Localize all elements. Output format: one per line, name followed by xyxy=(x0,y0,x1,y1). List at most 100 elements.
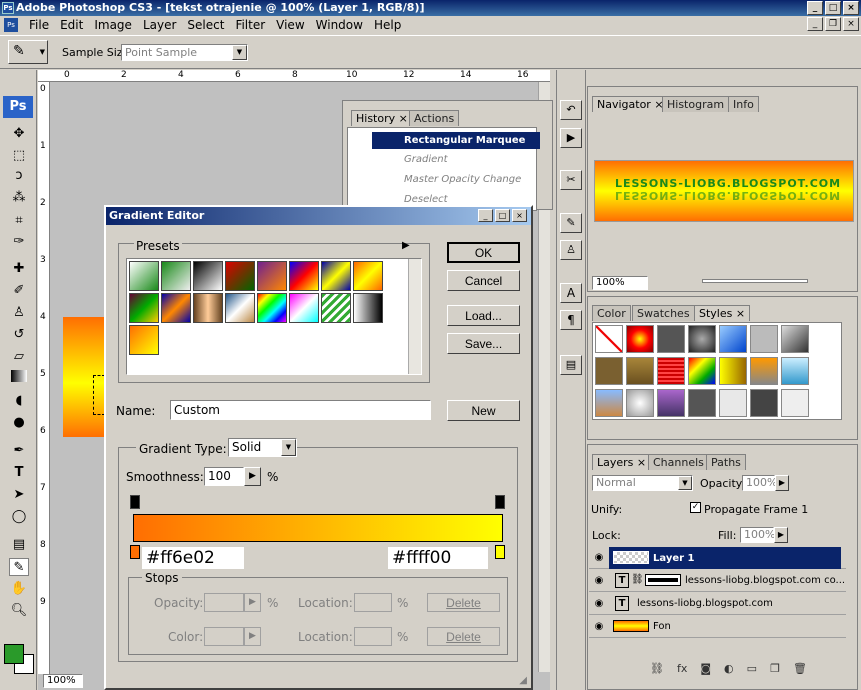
preset-swatch[interactable] xyxy=(353,293,383,323)
slice-tool-icon[interactable]: ✑ xyxy=(9,233,29,251)
layer-comps-dock-icon[interactable]: ▤ xyxy=(560,355,582,375)
actions-dock-icon[interactable]: ▶ xyxy=(560,128,582,148)
navigator-preview[interactable]: LESSONS-LIOBG.BLOGSPOT.COM LESSONS-LIOBG… xyxy=(594,160,854,222)
history-item-deselect[interactable]: Deselect xyxy=(404,194,448,205)
style-swatch[interactable] xyxy=(781,325,809,353)
type-tool-icon[interactable]: T xyxy=(9,464,29,482)
menu-image[interactable]: Image xyxy=(94,18,132,32)
tab-navigator[interactable]: Navigator × xyxy=(592,96,669,112)
layer-name[interactable]: Fon xyxy=(653,621,671,632)
preset-swatch[interactable] xyxy=(225,261,255,291)
tab-actions[interactable]: Actions xyxy=(409,110,460,126)
tool-presets-dock-icon[interactable]: ✂ xyxy=(560,170,582,190)
style-swatch[interactable] xyxy=(719,325,747,353)
dialog-minimize-button[interactable]: _ xyxy=(478,209,493,222)
preset-swatch[interactable] xyxy=(225,293,255,323)
dialog-maximize-button[interactable]: □ xyxy=(495,209,510,222)
tab-histogram[interactable]: Histogram xyxy=(662,96,730,112)
dialog-close-button[interactable]: × xyxy=(512,209,527,222)
preset-swatch[interactable] xyxy=(321,293,351,323)
maximize-button[interactable]: □ xyxy=(825,1,841,15)
opacity-arrow-icon[interactable]: ▶ xyxy=(775,475,789,491)
ok-button[interactable]: OK xyxy=(447,242,520,263)
load-button[interactable]: Load... xyxy=(447,305,520,326)
preset-swatch[interactable] xyxy=(289,261,319,291)
style-swatch[interactable] xyxy=(688,357,716,385)
style-swatch[interactable] xyxy=(595,389,623,417)
visibility-eye-icon[interactable]: ◉ xyxy=(591,596,607,612)
visibility-eye-icon[interactable]: ◉ xyxy=(591,619,607,635)
preset-swatch[interactable] xyxy=(129,261,159,291)
preset-swatch[interactable] xyxy=(353,261,383,291)
fill-arrow-icon[interactable]: ▶ xyxy=(774,527,788,543)
layer-name[interactable]: Layer 1 xyxy=(653,553,694,564)
menu-filter[interactable]: Filter xyxy=(235,18,265,32)
eraser-tool-icon[interactable]: ▱ xyxy=(9,348,29,366)
style-swatch[interactable] xyxy=(657,325,685,353)
navigator-zoom-slider[interactable] xyxy=(702,279,808,283)
style-swatch[interactable] xyxy=(750,357,778,385)
lasso-tool-icon[interactable]: ↄ xyxy=(9,167,29,185)
history-item-rectangular-marquee[interactable]: Rectangular Marquee xyxy=(372,132,540,149)
cancel-button[interactable]: Cancel xyxy=(447,270,520,291)
eyedropper-tool-icon[interactable]: ✎ xyxy=(9,558,29,576)
style-swatch[interactable] xyxy=(626,389,654,417)
layer-row[interactable]: ◉ T ⛓ lessons-liobg.blogspot.com co... xyxy=(589,570,846,592)
stop-opacity-input[interactable] xyxy=(204,593,244,612)
tab-channels[interactable]: Channels xyxy=(648,454,709,470)
blend-mode-select[interactable]: Normal ▼ xyxy=(592,475,693,491)
style-swatch[interactable] xyxy=(595,357,623,385)
move-tool-icon[interactable]: ✥ xyxy=(9,125,29,143)
style-swatch[interactable] xyxy=(657,357,685,385)
gradient-tool-icon[interactable] xyxy=(11,370,27,382)
clone-stamp-icon[interactable]: ♙ xyxy=(9,304,29,322)
name-input[interactable]: Custom xyxy=(170,400,431,420)
opacity-stop-right[interactable] xyxy=(495,495,505,509)
stop-opacity-delete-button[interactable]: Delete xyxy=(427,593,500,612)
tool-preset-picker[interactable]: ✎ ▼ xyxy=(8,40,48,64)
color-stop-right[interactable] xyxy=(495,545,505,559)
document-icon[interactable]: Ps xyxy=(4,18,18,32)
tab-history[interactable]: History × xyxy=(351,110,413,126)
marquee-tool-icon[interactable]: ⬚ xyxy=(9,147,29,165)
foreground-color-swatch[interactable] xyxy=(4,644,24,664)
presets-scrollbar[interactable] xyxy=(408,259,421,374)
minimize-button[interactable]: _ xyxy=(807,1,823,15)
stop-color-location-input[interactable] xyxy=(354,627,392,646)
stop-opacity-arrow-icon[interactable]: ▶ xyxy=(244,593,261,612)
preset-swatch[interactable] xyxy=(321,261,351,291)
color-stop-left[interactable] xyxy=(130,545,140,559)
style-swatch[interactable] xyxy=(719,357,747,385)
layer-row[interactable]: ◉ T lessons-liobg.blogspot.com xyxy=(589,593,846,615)
healing-brush-icon[interactable]: ✚ xyxy=(9,260,29,278)
dodge-tool-icon[interactable]: ● xyxy=(9,414,29,432)
menu-help[interactable]: Help xyxy=(374,18,401,32)
style-swatch[interactable] xyxy=(750,389,778,417)
menu-view[interactable]: View xyxy=(276,18,304,32)
preset-swatch[interactable] xyxy=(257,293,287,323)
doc-restore-button[interactable]: ❐ xyxy=(825,17,841,31)
crop-tool-icon[interactable]: ⌗ xyxy=(9,212,29,230)
layer-row[interactable]: ◉ Fon xyxy=(589,616,846,638)
chevron-down-icon[interactable]: ▼ xyxy=(678,476,692,490)
pen-tool-icon[interactable]: ✒ xyxy=(9,442,29,460)
menu-layer[interactable]: Layer xyxy=(143,18,176,32)
preset-swatch[interactable] xyxy=(257,261,287,291)
chevron-down-icon[interactable]: ▼ xyxy=(232,45,247,60)
menu-select[interactable]: Select xyxy=(187,18,224,32)
opacity-stop-left[interactable] xyxy=(130,495,140,509)
navigator-zoom-input[interactable]: 100% xyxy=(592,276,648,290)
magic-wand-tool-icon[interactable]: ⁂ xyxy=(9,189,29,207)
close-button[interactable]: × xyxy=(843,1,859,15)
tab-color[interactable]: Color xyxy=(592,305,631,321)
smoothness-input[interactable]: 100 xyxy=(204,467,244,486)
preset-swatch[interactable] xyxy=(193,293,223,323)
doc-close-button[interactable]: × xyxy=(843,17,859,31)
save-button[interactable]: Save... xyxy=(447,333,520,354)
resize-grip-icon[interactable]: ◢ xyxy=(519,675,527,686)
new-layer-icon[interactable]: ❐ xyxy=(770,662,780,675)
layer-row[interactable]: ◉ Layer 1 xyxy=(589,547,846,569)
new-group-icon[interactable]: ▭ xyxy=(747,662,757,675)
tab-swatches[interactable]: Swatches xyxy=(632,305,695,321)
menu-file[interactable]: File xyxy=(29,18,49,32)
